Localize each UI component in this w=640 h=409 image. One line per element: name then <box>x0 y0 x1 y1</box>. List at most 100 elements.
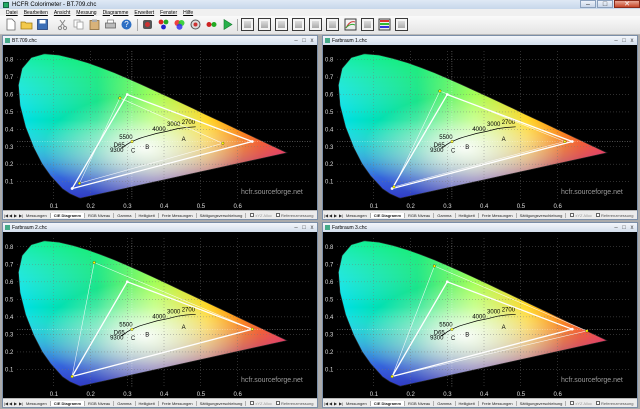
menu-hilfe[interactable]: Hilfe <box>183 10 193 16</box>
tab-prev-icon[interactable]: ◀ <box>329 213 333 218</box>
menu-messung[interactable]: Messung <box>76 10 96 16</box>
reference-checkbox[interactable] <box>276 213 281 217</box>
view-4-icon[interactable] <box>292 18 305 31</box>
minimize-button[interactable]: – <box>580 0 596 8</box>
cie-diagram-plot[interactable]: 0.1 0.2 0.3 0.4 0.5 0.6 0.1 0.2 0.3 0.4 0.5 0.6 0.7 0… <box>323 232 637 399</box>
doc-close-button[interactable]: x <box>629 38 635 44</box>
cie-diagram-plot[interactable]: 0.1 0.2 0.3 0.4 0.5 0.6 0.1 0.2 0.3 0.4 0.5 0.6 0.7 0… <box>3 45 317 211</box>
tab-prev-icon[interactable]: ◀ <box>9 213 13 218</box>
tab-rgb-niveau[interactable]: RGB Niveau <box>405 400 435 406</box>
tab-next-icon[interactable]: ▶ <box>334 401 338 406</box>
tab-prev-icon[interactable]: ◀ <box>329 401 333 406</box>
doc-close-button[interactable]: x <box>309 225 315 231</box>
doc-minimize-button[interactable]: – <box>613 225 619 231</box>
xyz-alloc-checkbox[interactable] <box>250 213 255 217</box>
tab-gamma[interactable]: Gamma <box>114 212 136 218</box>
tab-next-icon[interactable]: ▶ <box>14 213 18 218</box>
doc-maximize-button[interactable]: □ <box>621 225 627 231</box>
cie-diagram-plot[interactable]: 0.1 0.2 0.3 0.4 0.5 0.6 0.1 0.2 0.3 0.4 0.5 0.6 0.7 0… <box>3 232 317 399</box>
tab-gamma[interactable]: Gamma <box>114 400 136 406</box>
maximize-button[interactable]: □ <box>597 0 613 8</box>
gradient-chart-3-icon[interactable] <box>378 18 391 31</box>
tab-saettigungsverschiebung[interactable]: Sättigungsverschiebung <box>197 400 247 406</box>
tab-helligkeit[interactable]: Helligkeit <box>456 400 479 406</box>
tab-first-icon[interactable]: |◀ <box>4 213 8 218</box>
menu-fenster[interactable]: Fenster <box>160 10 177 16</box>
print-icon[interactable] <box>104 18 117 31</box>
open-folder-icon[interactable] <box>20 18 33 31</box>
tab-helligkeit[interactable]: Helligkeit <box>136 212 159 218</box>
menu-ansicht[interactable]: Ansicht <box>54 10 70 16</box>
doc-maximize-button[interactable]: □ <box>301 38 307 44</box>
tab-rgb-niveau[interactable]: RGB Niveau <box>85 400 115 406</box>
tab-next-icon[interactable]: ▶ <box>334 213 338 218</box>
doc-minimize-button[interactable]: – <box>613 38 619 44</box>
new-file-icon[interactable] <box>4 18 17 31</box>
tab-next-icon[interactable]: ▶ <box>14 401 18 406</box>
copy-icon[interactable] <box>72 18 85 31</box>
doc-minimize-button[interactable]: – <box>293 225 299 231</box>
tab-messungen[interactable]: Messungen <box>343 400 371 406</box>
rgb-circles-icon[interactable] <box>173 18 186 31</box>
cie-diagram-plot[interactable]: 0.1 0.2 0.3 0.4 0.5 0.6 0.1 0.2 0.3 0.4 0.5 0.6 0.7 0… <box>323 45 637 211</box>
measure-toggle-icon[interactable] <box>189 18 202 31</box>
doc-maximize-button[interactable]: □ <box>621 38 627 44</box>
tab-messungen[interactable]: Messungen <box>343 212 371 218</box>
measured-point <box>118 96 122 100</box>
xyz-alloc-checkbox[interactable] <box>570 401 575 405</box>
tab-cie-diagramm[interactable]: CIE Diagramm <box>50 400 86 406</box>
reference-checkbox[interactable] <box>276 401 281 405</box>
tab-gamma[interactable]: Gamma <box>434 212 456 218</box>
doc-close-button[interactable]: x <box>629 225 635 231</box>
view-2-icon[interactable] <box>258 18 271 31</box>
tab-saettigungsverschiebung[interactable]: Sättigungsverschiebung <box>197 212 247 218</box>
tab-messungen[interactable]: Messungen <box>23 212 51 218</box>
tab-freie-messungen[interactable]: Freie Messungen <box>479 212 517 218</box>
tab-helligkeit[interactable]: Helligkeit <box>456 212 479 218</box>
tab-messungen[interactable]: Messungen <box>23 400 51 406</box>
tab-first-icon[interactable]: |◀ <box>324 401 328 406</box>
save-icon[interactable] <box>36 18 49 31</box>
menu-erweitert[interactable]: Erweitert <box>134 10 154 16</box>
tab-rgb-niveau[interactable]: RGB Niveau <box>85 212 115 218</box>
reference-checkbox[interactable] <box>596 213 601 217</box>
reference-checkbox[interactable] <box>596 401 601 405</box>
color-sensor-icon[interactable] <box>141 18 154 31</box>
tab-cie-diagramm[interactable]: CIE Diagramm <box>50 212 86 218</box>
paste-icon[interactable] <box>88 18 101 31</box>
view-7-icon[interactable] <box>361 18 374 31</box>
tab-freie-messungen[interactable]: Freie Messungen <box>159 212 197 218</box>
xyz-alloc-checkbox[interactable] <box>250 401 255 405</box>
tab-freie-messungen[interactable]: Freie Messungen <box>159 400 197 406</box>
tab-gamma[interactable]: Gamma <box>434 400 456 406</box>
help-icon[interactable]: ? <box>120 18 133 31</box>
play-icon[interactable] <box>221 18 234 31</box>
menu-datei[interactable]: Datei <box>6 10 18 16</box>
menu-diagramme[interactable]: Diagramme <box>103 10 129 16</box>
tab-cie-diagramm[interactable]: CIE Diagramm <box>370 400 406 406</box>
doc-minimize-button[interactable]: – <box>293 38 299 44</box>
color-picker-icon[interactable] <box>157 18 170 31</box>
tab-saettigungsverschiebung[interactable]: Sättigungsverschiebung <box>517 212 567 218</box>
rgb-select-icon[interactable] <box>205 18 218 31</box>
tab-freie-messungen[interactable]: Freie Messungen <box>479 400 517 406</box>
xyz-alloc-checkbox[interactable] <box>570 213 575 217</box>
view-8-icon[interactable] <box>395 18 408 31</box>
tab-prev-icon[interactable]: ◀ <box>9 401 13 406</box>
close-button[interactable]: ✕ <box>614 0 640 8</box>
doc-close-button[interactable]: x <box>309 38 315 44</box>
view-1-icon[interactable] <box>241 18 254 31</box>
gradient-chart-2-icon[interactable] <box>344 18 357 31</box>
tab-saettigungsverschiebung[interactable]: Sättigungsverschiebung <box>517 400 567 406</box>
tab-first-icon[interactable]: |◀ <box>4 401 8 406</box>
tab-rgb-niveau[interactable]: RGB Niveau <box>405 212 435 218</box>
view-3-icon[interactable] <box>275 18 288 31</box>
view-6-icon[interactable] <box>326 18 339 31</box>
tab-helligkeit[interactable]: Helligkeit <box>136 400 159 406</box>
tab-first-icon[interactable]: |◀ <box>324 213 328 218</box>
cut-icon[interactable] <box>56 18 69 31</box>
tab-cie-diagramm[interactable]: CIE Diagramm <box>370 212 406 218</box>
planck-label: 2700 <box>502 308 516 314</box>
menu-bearbeiten[interactable]: Bearbeiten <box>24 10 48 16</box>
doc-maximize-button[interactable]: □ <box>301 225 307 231</box>
